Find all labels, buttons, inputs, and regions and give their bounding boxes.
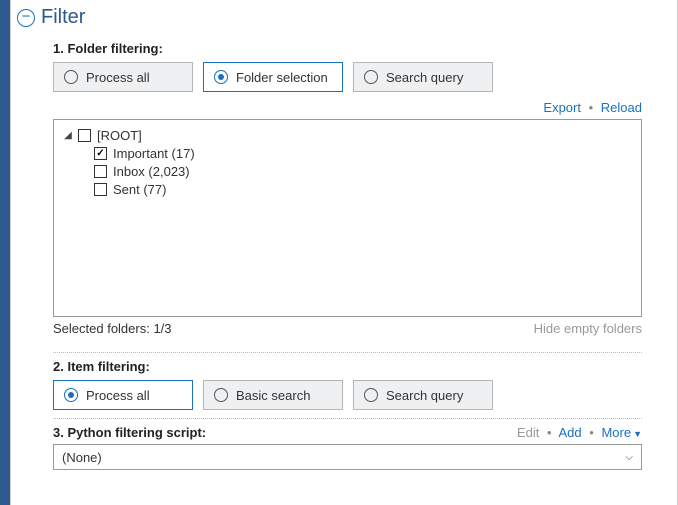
tree-item-checkbox[interactable]: [94, 165, 107, 178]
script-links: Edit • Add • More▼: [517, 425, 642, 440]
tree-item-label[interactable]: Important (17): [113, 146, 195, 161]
script-edit-link[interactable]: Edit: [517, 425, 539, 440]
item-opt-process-all[interactable]: Process all: [53, 380, 193, 410]
script-header-row: 3. Python filtering script: Edit • Add •…: [53, 425, 642, 440]
tree-item-checkbox[interactable]: [94, 183, 107, 196]
item-filtering-options: Process all Basic search Search query: [53, 380, 642, 410]
folder-tree-links: Export • Reload: [53, 100, 642, 119]
script-add-link[interactable]: Add: [559, 425, 582, 440]
radio-label: Basic search: [236, 388, 310, 403]
radio-label: Search query: [386, 388, 463, 403]
folder-filtering-options: Process all Folder selection Search quer…: [53, 62, 642, 92]
collapse-icon[interactable]: −: [17, 9, 35, 27]
radio-icon: [214, 70, 228, 84]
radio-label: Search query: [386, 70, 463, 85]
section-separator: [53, 352, 642, 353]
script-select[interactable]: (None) ⌵: [53, 444, 642, 470]
tree-item-checkbox[interactable]: [94, 147, 107, 160]
tree-expand-icon[interactable]: ◢: [62, 130, 74, 141]
radio-label: Process all: [86, 388, 150, 403]
item-opt-basic-search[interactable]: Basic search: [203, 380, 343, 410]
tree-root-label[interactable]: [ROOT]: [97, 128, 142, 143]
export-link[interactable]: Export: [543, 100, 581, 115]
bullet-separator: •: [589, 425, 594, 440]
panel-title: Filter: [41, 6, 85, 29]
filter-panel: − Filter 1. Folder filtering: Process al…: [10, 0, 670, 505]
tree-item-label[interactable]: Sent (77): [113, 182, 166, 197]
folder-tree-status-row: Selected folders: 1/3 Hide empty folders: [53, 317, 642, 346]
radio-icon: [64, 388, 78, 402]
tree-root-row: ◢ [ROOT]: [62, 126, 633, 144]
script-section: 3. Python filtering script: Edit • Add •…: [11, 425, 670, 470]
script-label: 3. Python filtering script:: [53, 425, 206, 440]
tree-item: Inbox (2,023): [62, 162, 633, 180]
chevron-down-icon: ▼: [633, 429, 642, 439]
tree-item: Sent (77): [62, 180, 633, 198]
bullet-separator: •: [547, 425, 552, 440]
right-border: [670, 0, 678, 505]
hide-empty-folders-link[interactable]: Hide empty folders: [534, 321, 642, 336]
radio-label: Folder selection: [236, 70, 328, 85]
bullet-separator: •: [589, 100, 594, 115]
item-opt-search-query[interactable]: Search query: [353, 380, 493, 410]
tree-item-label[interactable]: Inbox (2,023): [113, 164, 190, 179]
folder-opt-process-all[interactable]: Process all: [53, 62, 193, 92]
panel-header: − Filter: [11, 4, 670, 35]
folder-opt-folder-selection[interactable]: Folder selection: [203, 62, 343, 92]
folder-opt-search-query[interactable]: Search query: [353, 62, 493, 92]
chevron-down-icon: ⌵: [625, 452, 633, 463]
radio-icon: [364, 388, 378, 402]
item-filtering-section: 2. Item filtering: Process all Basic sea…: [11, 359, 670, 419]
radio-icon: [364, 70, 378, 84]
item-filtering-label: 2. Item filtering:: [53, 359, 642, 374]
script-selected-value: (None): [62, 450, 102, 465]
radio-icon: [64, 70, 78, 84]
selected-folders-status: Selected folders: 1/3: [53, 321, 172, 336]
radio-label: Process all: [86, 70, 150, 85]
section-separator: [53, 418, 642, 419]
folder-filtering-label: 1. Folder filtering:: [53, 41, 642, 56]
tree-item: Important (17): [62, 144, 633, 162]
tree-root-checkbox[interactable]: [78, 129, 91, 142]
radio-icon: [214, 388, 228, 402]
folder-tree[interactable]: ◢ [ROOT] Important (17) Inbox (2,023) Se…: [53, 119, 642, 317]
folder-filtering-section: 1. Folder filtering: Process all Folder …: [11, 41, 670, 353]
reload-link[interactable]: Reload: [601, 100, 642, 115]
left-accent-bar: [0, 0, 10, 505]
script-more-link[interactable]: More▼: [601, 425, 642, 440]
